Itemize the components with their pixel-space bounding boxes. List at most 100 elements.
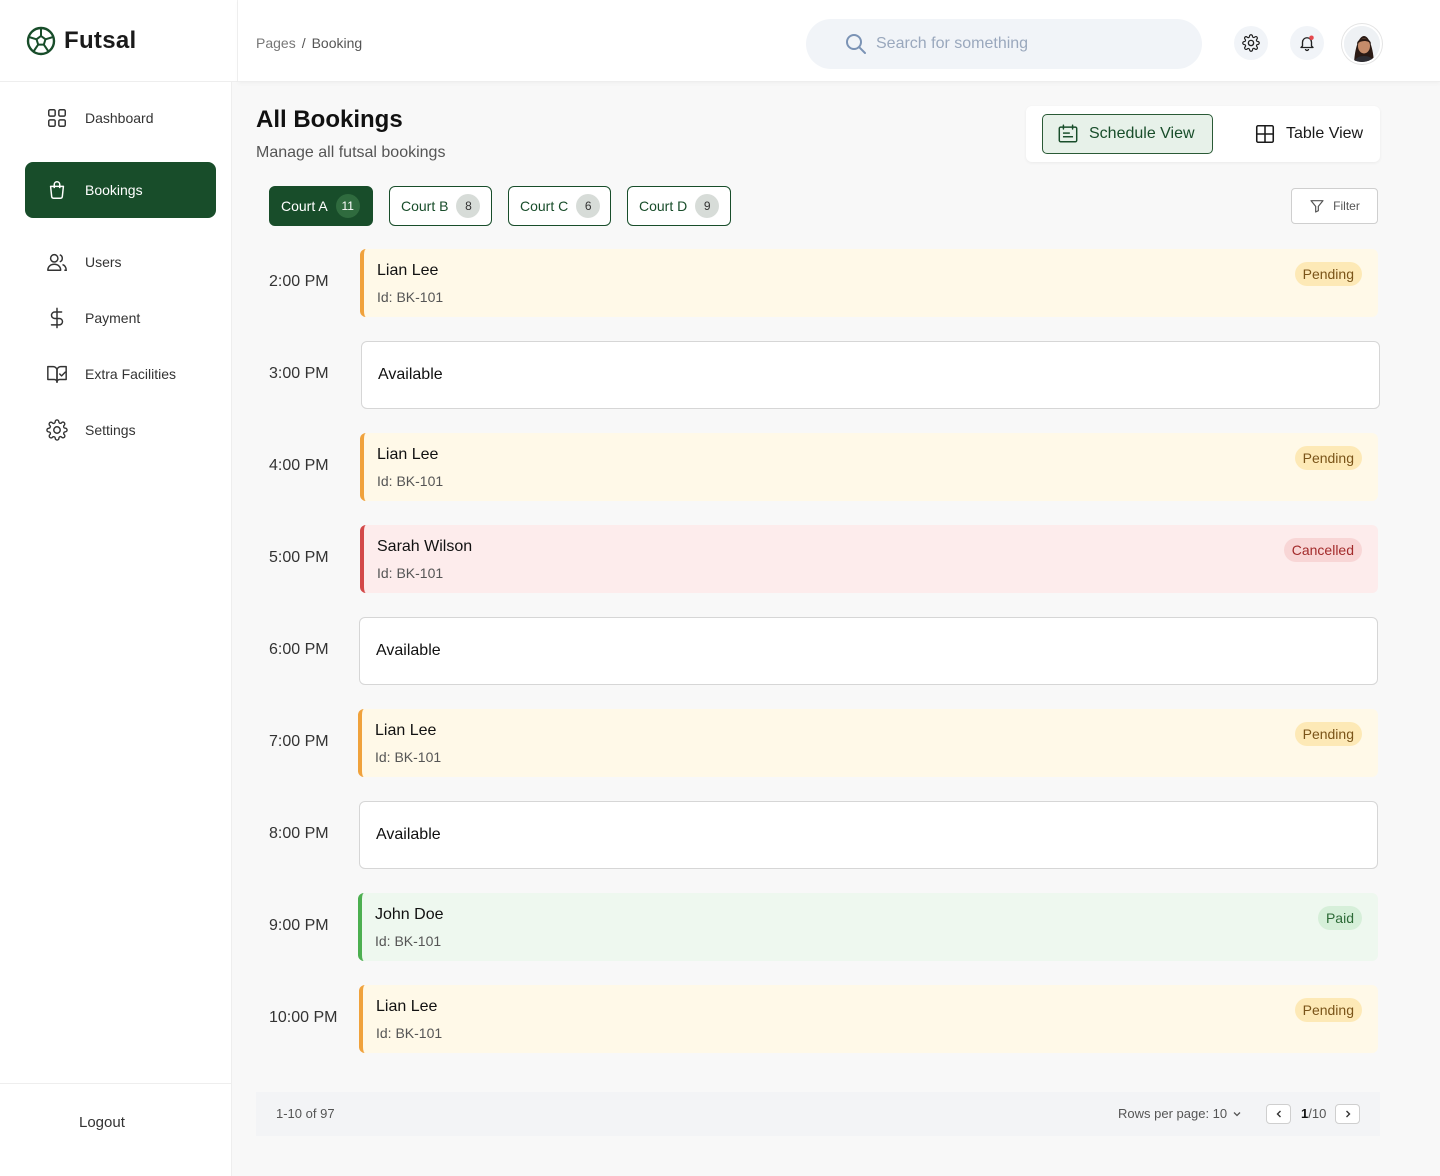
grid-icon xyxy=(45,106,69,130)
booking-name: Lian Lee xyxy=(377,262,439,279)
breadcrumb-pages[interactable]: Pages xyxy=(256,35,296,51)
logout-button[interactable]: Logout xyxy=(79,1114,125,1131)
breadcrumb-booking: Booking xyxy=(311,35,363,51)
status-badge: Paid xyxy=(1317,906,1362,930)
bag-icon xyxy=(45,178,69,202)
sidebar-item-label: Settings xyxy=(85,422,136,438)
court-label: Court A xyxy=(281,198,328,214)
users-icon xyxy=(45,250,69,274)
court-count-badge: 11 xyxy=(335,194,360,218)
notifications-button[interactable] xyxy=(1290,26,1324,60)
filter-button[interactable]: Filter xyxy=(1291,188,1378,224)
breadcrumb-separator: / xyxy=(301,35,306,51)
sidebar-item-label: Users xyxy=(85,254,122,270)
next-page-button[interactable] xyxy=(1335,1104,1360,1124)
booking-name: Lian Lee xyxy=(377,446,439,463)
booking-id: Id: BK-101 xyxy=(377,565,444,581)
page-title: All Bookings xyxy=(256,106,403,133)
tab-court-c[interactable]: Court C 6 xyxy=(508,186,611,226)
court-count-badge: 9 xyxy=(695,194,720,218)
time-label: 3:00 PM xyxy=(269,365,329,382)
soccer-ball-icon xyxy=(26,26,56,55)
filter-label: Filter xyxy=(1333,199,1360,213)
court-label: Court B xyxy=(401,198,449,214)
booking-slot[interactable]: Lian Lee Id: BK-101 Pending xyxy=(359,985,1378,1053)
time-label: 5:00 PM xyxy=(269,549,329,566)
sidebar-item-label: Bookings xyxy=(85,182,143,198)
search-bar[interactable] xyxy=(806,19,1202,69)
available-slot[interactable]: Available xyxy=(359,801,1378,869)
status-badge: Pending xyxy=(1294,998,1362,1022)
top-bar: Pages / Booking xyxy=(238,0,1440,82)
status-badge: Pending xyxy=(1294,722,1362,746)
available-slot[interactable]: Available xyxy=(359,617,1378,685)
tab-court-d[interactable]: Court D 9 xyxy=(627,186,731,226)
schedule-view-button[interactable]: Schedule View xyxy=(1042,114,1213,154)
sidebar-item-settings[interactable]: Settings xyxy=(25,402,216,458)
available-label: Available xyxy=(378,366,443,383)
sidebar-item-payment[interactable]: Payment xyxy=(25,290,216,346)
booking-name: John Doe xyxy=(375,906,444,923)
booking-slot[interactable]: Lian Lee Id: BK-101 Pending xyxy=(360,249,1378,317)
total-pages: /10 xyxy=(1308,1106,1327,1121)
court-count-badge: 6 xyxy=(576,194,601,218)
dollar-icon xyxy=(45,306,69,330)
page-indicator: 1/10 xyxy=(1301,1106,1326,1121)
table-icon xyxy=(1255,124,1275,144)
rows-per-page-label: Rows per page: 10 xyxy=(1118,1106,1228,1121)
sidebar: Dashboard Bookings Users Payment Extra F… xyxy=(0,82,232,1176)
schedule-view-label: Schedule View xyxy=(1089,125,1195,142)
pagination-range: 1-10 of 97 xyxy=(276,1106,335,1121)
time-label: 10:00 PM xyxy=(269,1009,338,1026)
available-label: Available xyxy=(376,826,441,843)
previous-page-button[interactable] xyxy=(1266,1104,1291,1124)
status-badge: Pending xyxy=(1294,262,1362,286)
pagination-bar: 1-10 of 97 Rows per page: 10 1/10 xyxy=(256,1092,1380,1136)
sidebar-item-label: Dashboard xyxy=(85,110,154,126)
booking-name: Sarah Wilson xyxy=(377,538,473,555)
brand-name: Futsal xyxy=(64,26,137,54)
time-label: 9:00 PM xyxy=(269,917,329,934)
booking-slot[interactable]: Lian Lee Id: BK-101 Pending xyxy=(358,709,1378,777)
settings-button[interactable] xyxy=(1234,26,1268,60)
avatar[interactable] xyxy=(1342,24,1382,64)
sidebar-item-users[interactable]: Users xyxy=(25,234,216,290)
booking-slot[interactable]: Lian Lee Id: BK-101 Pending xyxy=(360,433,1378,501)
available-slot[interactable]: Available xyxy=(361,341,1380,409)
sidebar-item-label: Extra Facilities xyxy=(85,366,177,382)
sidebar-footer: Logout xyxy=(0,1083,232,1176)
tab-court-b[interactable]: Court B 8 xyxy=(389,186,492,226)
booking-name: Lian Lee xyxy=(376,998,438,1015)
booking-slot[interactable]: John Doe Id: BK-101 Paid xyxy=(358,893,1378,961)
sidebar-item-extra-facilities[interactable]: Extra Facilities xyxy=(25,346,216,402)
bell-icon xyxy=(1300,35,1314,52)
booking-id: Id: BK-101 xyxy=(377,289,444,305)
calendar-icon xyxy=(1058,124,1078,143)
time-label: 2:00 PM xyxy=(269,273,329,290)
time-label: 6:00 PM xyxy=(269,641,329,658)
available-label: Available xyxy=(376,642,441,659)
logo[interactable]: Futsal xyxy=(0,0,238,82)
sidebar-item-label: Payment xyxy=(85,310,141,326)
view-toggle: Schedule View Table View xyxy=(1026,106,1380,162)
tab-court-a[interactable]: Court A 11 xyxy=(269,186,373,226)
booking-slot[interactable]: Sarah Wilson Id: BK-101 Cancelled xyxy=(360,525,1378,593)
sidebar-item-bookings[interactable]: Bookings xyxy=(25,162,216,218)
booking-name: Lian Lee xyxy=(375,722,437,739)
table-view-button[interactable]: Table View xyxy=(1252,114,1363,154)
breadcrumb: Pages / Booking xyxy=(256,35,362,51)
search-input[interactable] xyxy=(876,35,1176,53)
status-badge: Cancelled xyxy=(1283,538,1362,562)
court-count-badge: 8 xyxy=(456,194,481,218)
court-label: Court D xyxy=(639,198,688,214)
sidebar-item-dashboard[interactable]: Dashboard xyxy=(25,90,216,146)
gear-icon xyxy=(45,418,69,442)
status-badge: Pending xyxy=(1294,446,1362,470)
gear-icon xyxy=(1242,34,1260,52)
rows-per-page-select[interactable]: Rows per page: 10 xyxy=(1118,1106,1242,1121)
chevron-right-icon xyxy=(1345,1110,1350,1118)
time-label: 7:00 PM xyxy=(269,733,329,750)
chevron-down-icon xyxy=(1233,1111,1241,1116)
time-label: 8:00 PM xyxy=(269,825,329,842)
booking-id: Id: BK-101 xyxy=(377,473,444,489)
